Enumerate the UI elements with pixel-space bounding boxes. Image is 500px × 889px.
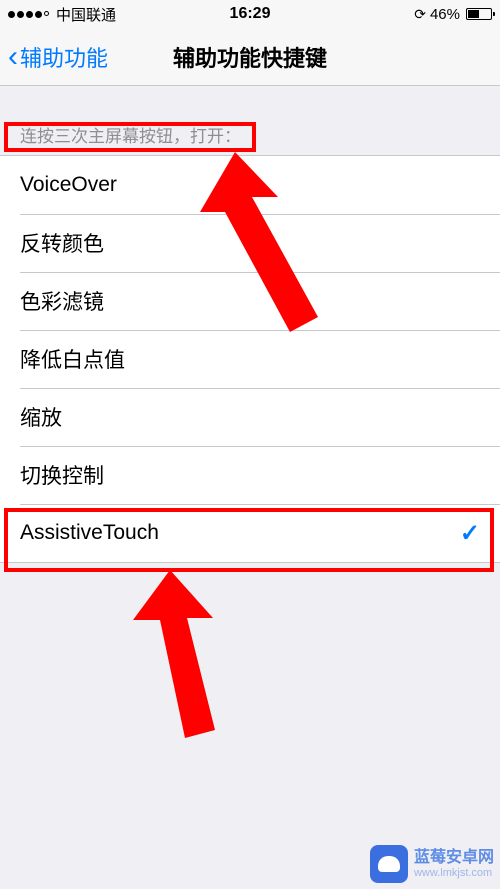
option-invert-colors[interactable]: 反转颜色 bbox=[0, 214, 500, 272]
option-reduce-white-point[interactable]: 降低白点值 bbox=[0, 330, 500, 388]
option-label: 切换控制 bbox=[20, 460, 104, 490]
signal-strength-icon bbox=[8, 11, 49, 18]
chevron-left-icon: ‹ bbox=[8, 42, 18, 72]
option-label: AssistiveTouch bbox=[20, 521, 159, 545]
option-label: 降低白点值 bbox=[20, 344, 125, 374]
page-title: 辅助功能快捷键 bbox=[173, 41, 327, 73]
option-voiceover[interactable]: VoiceOver bbox=[0, 156, 500, 214]
watermark-url: www.lmkjst.com bbox=[414, 867, 494, 879]
battery-percent-label: 46% bbox=[430, 6, 460, 23]
status-bar: 中国联通 16:29 ⟳ 46% bbox=[0, 0, 500, 28]
option-color-filters[interactable]: 色彩滤镜 bbox=[0, 272, 500, 330]
watermark: 蓝莓安卓网 www.lmkjst.com bbox=[370, 845, 494, 883]
option-zoom[interactable]: 缩放 bbox=[0, 388, 500, 446]
carrier-label: 中国联通 bbox=[56, 4, 116, 25]
nav-bar: ‹ 辅助功能 辅助功能快捷键 bbox=[0, 28, 500, 86]
battery-icon bbox=[466, 8, 492, 20]
option-label: VoiceOver bbox=[20, 173, 117, 197]
watermark-logo-icon bbox=[370, 845, 408, 883]
clock-label: 16:29 bbox=[230, 5, 271, 23]
watermark-title: 蓝莓安卓网 bbox=[414, 849, 494, 867]
option-label: 色彩滤镜 bbox=[20, 286, 104, 316]
status-right: ⟳ 46% bbox=[414, 6, 492, 23]
option-label: 反转颜色 bbox=[20, 228, 104, 258]
option-assistivetouch[interactable]: AssistiveTouch ✓ bbox=[0, 504, 500, 562]
status-left: 中国联通 bbox=[8, 4, 116, 25]
option-switch-control[interactable]: 切换控制 bbox=[0, 446, 500, 504]
checkmark-icon: ✓ bbox=[460, 519, 480, 548]
rotation-lock-icon: ⟳ bbox=[414, 6, 426, 23]
back-label: 辅助功能 bbox=[20, 41, 108, 73]
annotation-arrow-bottom bbox=[115, 560, 255, 745]
option-label: 缩放 bbox=[20, 402, 62, 432]
options-list: VoiceOver 反转颜色 色彩滤镜 降低白点值 缩放 切换控制 Assist… bbox=[0, 155, 500, 563]
section-header: 连按三次主屏幕按钮，打开： bbox=[0, 86, 500, 155]
back-button[interactable]: ‹ 辅助功能 bbox=[0, 41, 108, 73]
